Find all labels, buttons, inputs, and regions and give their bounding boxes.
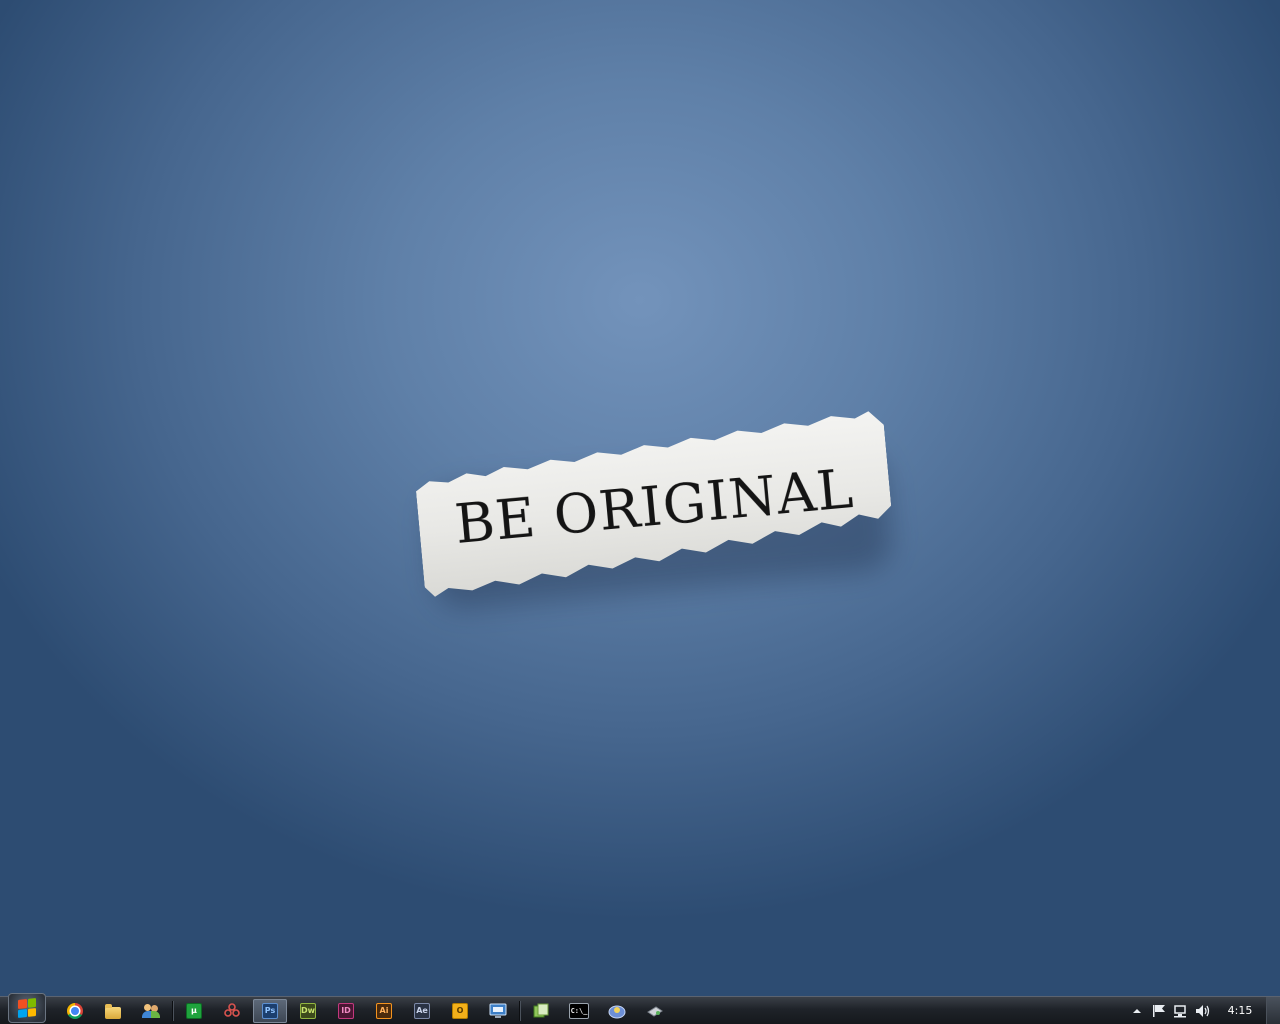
taskbar-files[interactable] xyxy=(524,999,558,1023)
illustrator-icon: Ai xyxy=(376,1003,392,1019)
taskbar-app-red[interactable] xyxy=(215,999,249,1023)
messenger-icon xyxy=(142,1004,160,1018)
taskbar-indesign[interactable]: ID xyxy=(329,999,363,1023)
taskbar-pinned-apps: µ Ps Dw ID Ai Ae O C:\_ xyxy=(58,998,676,1024)
taskbar-utorrent[interactable]: µ xyxy=(177,999,211,1023)
show-hidden-icons-button[interactable] xyxy=(1126,1000,1148,1022)
remote-desktop-icon xyxy=(489,1003,507,1018)
taskbar-chrome[interactable] xyxy=(58,999,92,1023)
taskbar-separator xyxy=(519,1001,521,1021)
outlook-icon: O xyxy=(452,1003,468,1019)
taskbar-app-gray[interactable] xyxy=(638,999,672,1023)
flower-icon xyxy=(224,1003,240,1017)
flag-icon xyxy=(1153,1004,1165,1017)
chrome-icon xyxy=(67,1003,83,1019)
windows-logo-icon xyxy=(18,998,36,1018)
speaker-icon xyxy=(1196,1004,1210,1017)
network-icon xyxy=(1174,1004,1186,1017)
cmd-icon: C:\_ xyxy=(569,1003,589,1019)
photoshop-icon: Ps xyxy=(262,1003,278,1019)
clock[interactable]: 4:15 xyxy=(1214,1004,1266,1017)
desktop[interactable]: BE ORIGINAL xyxy=(0,0,1280,998)
folder-icon xyxy=(105,1003,121,1019)
action-center-button[interactable] xyxy=(1148,1000,1170,1022)
utorrent-icon: µ xyxy=(186,1003,202,1019)
after-effects-icon: Ae xyxy=(414,1003,430,1019)
taskbar-messenger[interactable] xyxy=(134,999,168,1023)
network-button[interactable] xyxy=(1170,1000,1192,1022)
taskbar-dreamweaver[interactable]: Dw xyxy=(291,999,325,1023)
show-desktop-button[interactable] xyxy=(1266,997,1280,1024)
taskbar-after-effects[interactable]: Ae xyxy=(405,999,439,1023)
chevron-up-icon xyxy=(1133,1008,1141,1013)
files-icon xyxy=(533,1003,549,1018)
taskbar-explorer[interactable] xyxy=(96,999,130,1023)
taskbar-app-blue[interactable] xyxy=(600,999,634,1023)
taskbar-separator xyxy=(172,1001,174,1021)
taskbar-remote[interactable] xyxy=(481,999,515,1023)
taskbar-photoshop[interactable]: Ps xyxy=(253,999,287,1023)
system-tray: 4:15 xyxy=(1126,997,1280,1024)
taskbar: µ Ps Dw ID Ai Ae O C:\_ 4:15 xyxy=(0,993,1280,1024)
globe-icon xyxy=(608,1005,626,1019)
taskbar-cmd[interactable]: C:\_ xyxy=(562,999,596,1023)
indesign-icon: ID xyxy=(338,1003,354,1019)
dreamweaver-icon: Dw xyxy=(300,1003,316,1019)
taskbar-outlook[interactable]: O xyxy=(443,999,477,1023)
start-button[interactable] xyxy=(8,993,46,1023)
taskbar-illustrator[interactable]: Ai xyxy=(367,999,401,1023)
disk-icon xyxy=(647,1006,663,1017)
volume-button[interactable] xyxy=(1192,1000,1214,1022)
